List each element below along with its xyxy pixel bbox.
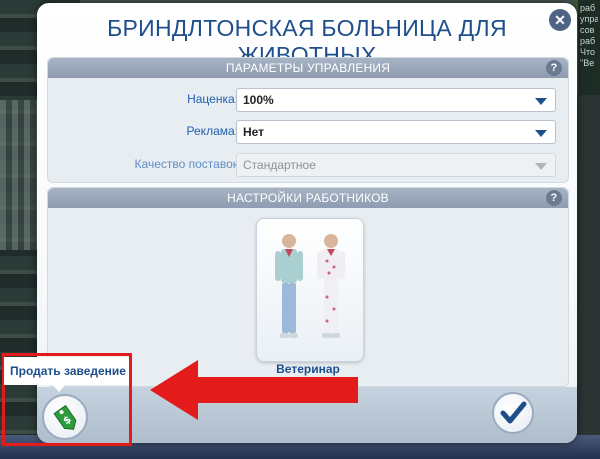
side-line: сов: [580, 25, 595, 35]
confirm-button[interactable]: [492, 392, 534, 434]
checkmark-icon: [500, 401, 527, 424]
side-line: "Ве: [580, 58, 595, 68]
staff-header: Настройки работников ?: [48, 188, 568, 208]
supply-row: Качество поставок Стандартное: [48, 153, 568, 177]
veterinarian-card[interactable]: [256, 218, 364, 362]
side-line: упра: [580, 14, 598, 24]
side-line: раб: [580, 3, 596, 13]
close-button[interactable]: ✕: [549, 9, 571, 31]
markup-row: Наценка: 100%: [48, 88, 568, 112]
close-icon: ✕: [554, 12, 566, 28]
side-line: раб: [580, 36, 596, 46]
chevron-down-icon: [535, 130, 547, 137]
management-section: Параметры управления ? Наценка: 100% Рек…: [47, 57, 569, 183]
ads-row: Реклама: Нет: [48, 120, 568, 144]
backdrop-left-fence: [0, 100, 40, 250]
ads-value: Нет: [243, 125, 265, 139]
side-line: Что: [580, 47, 596, 57]
side-lesson-panel: раб упра сов раб Что "Ве: [578, 0, 600, 95]
supply-label: Качество поставок: [134, 157, 238, 171]
staff-help-button[interactable]: ?: [546, 190, 562, 206]
markup-dropdown[interactable]: 100%: [236, 88, 556, 112]
management-header-label: Параметры управления: [225, 61, 391, 75]
management-header: Параметры управления ?: [48, 58, 568, 78]
chevron-down-icon: [535, 163, 547, 170]
ads-label: Реклама:: [186, 124, 238, 138]
markup-label: Наценка:: [187, 92, 238, 106]
ads-dropdown[interactable]: Нет: [236, 120, 556, 144]
veterinarian-outfit-image: [275, 234, 345, 338]
sell-venue-tooltip: Продать заведение: [4, 357, 129, 385]
red-arrow-annotation: [150, 360, 358, 420]
supply-dropdown: Стандартное: [236, 153, 556, 177]
markup-value: 100%: [243, 93, 274, 107]
supply-value: Стандартное: [243, 158, 316, 172]
staff-header-label: Настройки работников: [227, 191, 389, 205]
chevron-down-icon: [535, 98, 547, 105]
management-help-button[interactable]: ?: [546, 60, 562, 76]
tooltip-tail: [52, 384, 66, 392]
